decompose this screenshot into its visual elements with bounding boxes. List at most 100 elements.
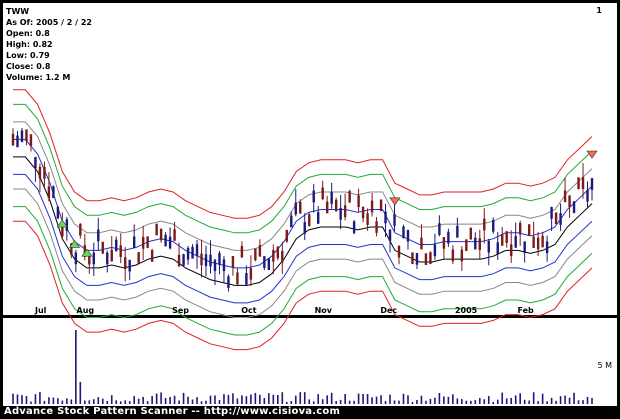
volume-bar	[164, 397, 167, 404]
volume-bar	[52, 397, 55, 404]
band-line-3	[13, 138, 593, 269]
x-tick-label: Sep	[172, 306, 189, 315]
x-tick-label: Dec	[380, 306, 397, 315]
volume-bar	[245, 396, 248, 404]
x-tick-label: Jul	[34, 306, 47, 315]
candle-body	[115, 239, 118, 252]
candle-body	[209, 254, 212, 267]
candle-body	[572, 201, 576, 213]
volume-bar	[389, 394, 391, 404]
volume-bar	[470, 400, 472, 404]
candle-body	[11, 133, 15, 146]
candle-body	[200, 253, 203, 266]
candle-body	[16, 135, 19, 148]
candle-body	[501, 234, 504, 246]
volume-bar	[277, 394, 279, 404]
candle-body	[79, 223, 82, 236]
volume-bar	[223, 394, 225, 404]
candle-body	[150, 250, 154, 262]
candle-body	[492, 220, 495, 232]
candle-body	[429, 252, 432, 264]
candle-body	[164, 234, 167, 247]
volume-bar	[555, 400, 557, 404]
volume-bar	[21, 395, 23, 404]
as-of-row: As Of: 2005 / 2 / 22	[6, 18, 92, 29]
volume-bar	[568, 397, 571, 404]
volume-bar	[362, 393, 364, 404]
volume-bar	[366, 393, 369, 404]
band-line-1	[13, 103, 593, 234]
volume-bar	[25, 396, 28, 404]
volume-bar	[420, 395, 423, 404]
volume-bar	[205, 400, 207, 404]
candle-body	[451, 249, 455, 262]
candle-body	[577, 177, 580, 189]
candle-body	[137, 252, 140, 264]
low-row: Low: 0.79	[6, 51, 50, 62]
candle-body	[43, 167, 46, 179]
sell-signal-icon	[389, 197, 401, 206]
open-value: 0.8	[35, 29, 50, 38]
volume-bar	[371, 397, 373, 404]
candle-body	[124, 257, 127, 270]
candle-body	[554, 212, 558, 225]
candle-body	[334, 199, 338, 212]
volume-bar	[384, 401, 387, 404]
x-tick-label: Oct	[241, 306, 257, 315]
volume-scale-label: 5 M	[597, 361, 612, 370]
volume-bar	[241, 395, 243, 404]
volume-bar	[353, 400, 355, 404]
volume-bar	[218, 400, 221, 404]
candle-body	[581, 177, 585, 189]
volume-bar	[541, 393, 544, 404]
low-value: 0.79	[29, 51, 50, 60]
volume-bar	[591, 397, 593, 404]
volume-bar	[478, 398, 481, 404]
volume-bar	[97, 397, 100, 404]
candle-body	[523, 241, 526, 254]
volume-bar	[510, 397, 513, 404]
candle-body	[397, 245, 401, 258]
candle-body	[110, 249, 113, 262]
volume-bar	[438, 392, 441, 404]
volume-bar	[34, 394, 37, 404]
volume-bar	[106, 400, 109, 404]
volume-bar	[57, 398, 59, 404]
candle-body	[460, 249, 464, 262]
candle-body	[559, 213, 562, 225]
volume-bar	[456, 398, 459, 404]
open-label: Open:	[6, 29, 33, 38]
candle-body	[38, 166, 42, 179]
volume-bar	[496, 399, 499, 404]
page-number: 1	[596, 6, 602, 15]
volume-bar	[393, 400, 396, 404]
x-tick-label: Aug	[77, 306, 95, 315]
volume-bar	[505, 398, 508, 404]
volume-bar	[196, 397, 198, 404]
candle-body	[406, 229, 410, 242]
volume-bar	[344, 394, 346, 404]
candle-body	[330, 192, 333, 204]
volume-bar	[429, 398, 432, 404]
candle-body	[168, 236, 172, 249]
volume-bar	[169, 396, 171, 404]
volume-bar	[303, 392, 306, 404]
volume-bar	[528, 400, 530, 404]
candle-body	[402, 226, 405, 239]
volume-bar	[191, 399, 194, 404]
volume-value: 1.2 M	[45, 73, 71, 82]
candle-body	[119, 245, 122, 257]
volume-bar	[398, 400, 400, 404]
volume-bar	[380, 395, 382, 404]
ticker-label: TWW	[6, 7, 30, 16]
candle-body	[173, 229, 176, 241]
candle-body	[388, 229, 392, 242]
candle-body	[74, 252, 78, 265]
volume-bar	[281, 392, 284, 404]
volume-bar	[326, 395, 328, 404]
candle-body	[393, 214, 396, 226]
volume-bar	[465, 400, 468, 404]
x-tick-label: 2005	[455, 306, 478, 315]
candle-body	[34, 156, 37, 169]
volume-bar	[101, 398, 104, 404]
